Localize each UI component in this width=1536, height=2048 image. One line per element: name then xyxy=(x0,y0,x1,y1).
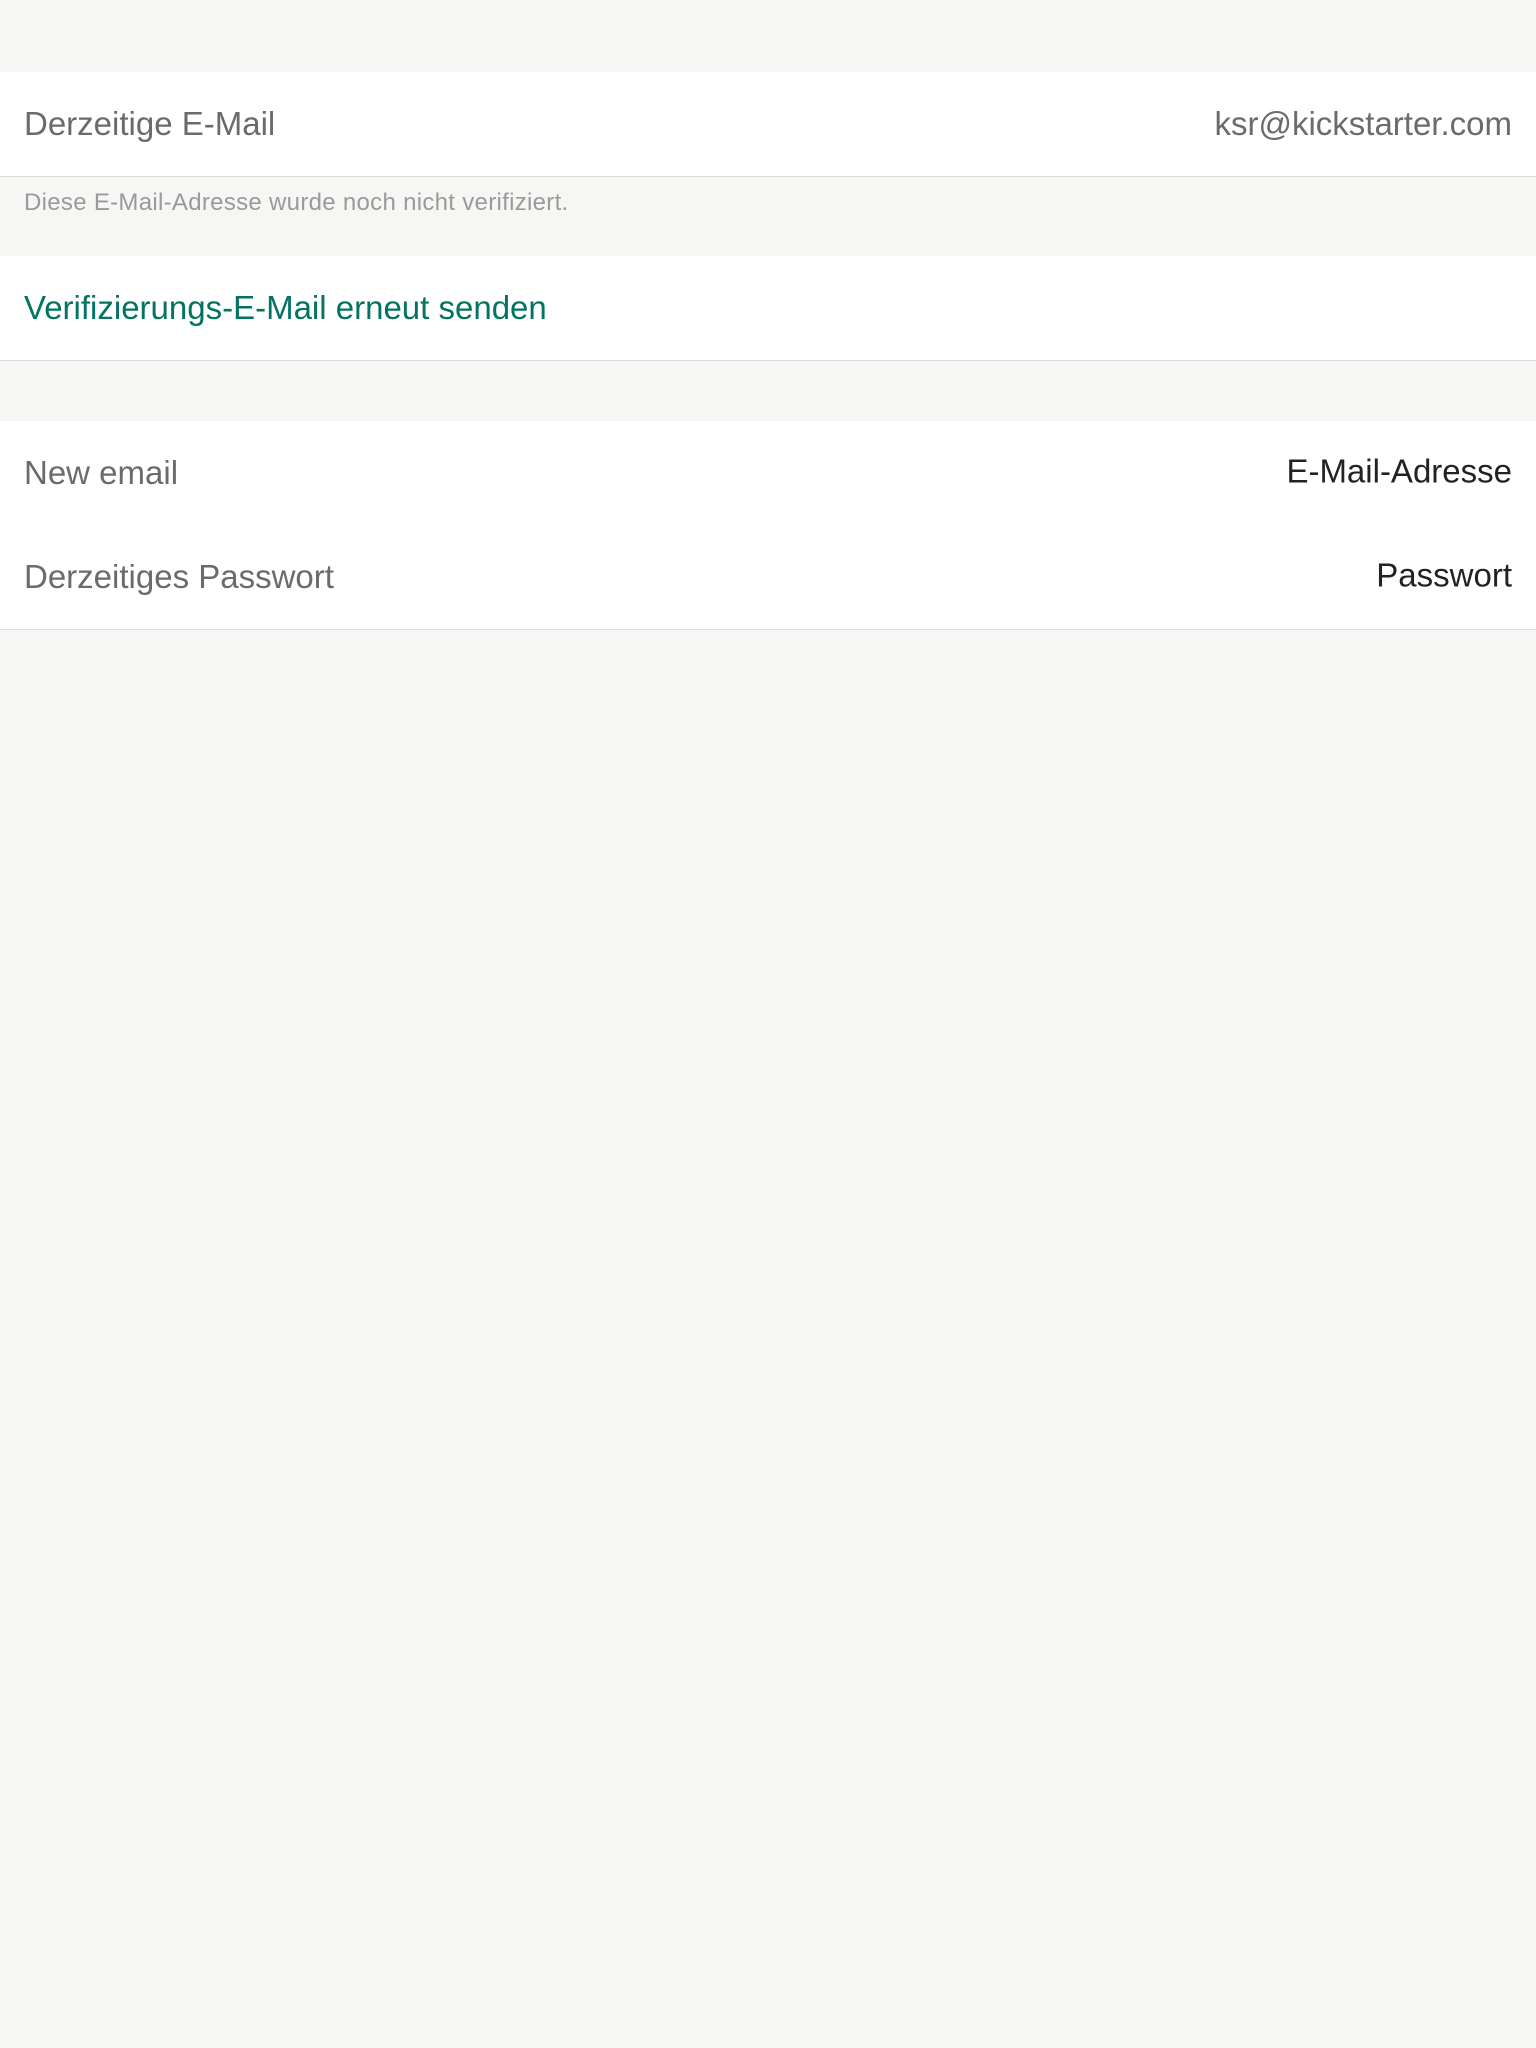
resend-verification-row[interactable]: Verifizierungs-E-Mail erneut senden xyxy=(0,256,1536,360)
current-email-row: Derzeitige E-Mail ksr@kickstarter.com xyxy=(0,72,1536,176)
change-email-form: New email Derzeitiges Passwort xyxy=(0,421,1536,630)
resend-verification-button[interactable]: Verifizierungs-E-Mail erneut senden xyxy=(24,289,547,327)
new-email-row[interactable]: New email xyxy=(0,421,1536,525)
new-email-label: New email xyxy=(24,454,179,491)
current-password-row[interactable]: Derzeitiges Passwort xyxy=(0,525,1536,629)
current-password-input[interactable] xyxy=(812,556,1512,595)
current-email-label: Derzeitige E-Mail xyxy=(24,105,276,142)
new-email-input[interactable] xyxy=(812,452,1512,491)
resend-verification-section: Verifizierungs-E-Mail erneut senden xyxy=(0,256,1536,361)
current-password-label: Derzeitiges Passwort xyxy=(24,558,334,595)
current-email-value: ksr@kickstarter.com xyxy=(1214,105,1512,142)
current-email-section: Derzeitige E-Mail ksr@kickstarter.com xyxy=(0,72,1536,177)
unverified-email-note: Diese E-Mail-Adresse wurde noch nicht ve… xyxy=(24,189,569,216)
